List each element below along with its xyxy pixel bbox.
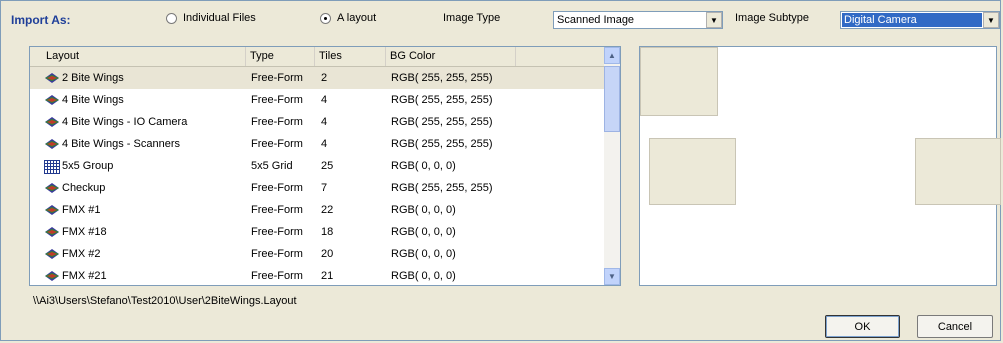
column-header-layout[interactable]: Layout (30, 47, 246, 66)
row-layout-name: 2 Bite Wings (62, 72, 124, 84)
row-tiles: 21 (321, 270, 334, 282)
table-row[interactable]: 4 Bite Wings - IO Camera Free-Form 4 RGB( 2… (30, 111, 606, 133)
row-tiles: 20 (321, 248, 334, 260)
row-bg-color: RGB( 255, 255, 255) (391, 72, 493, 84)
vertical-scrollbar[interactable]: ▲ ▼ (604, 47, 620, 285)
free-form-icon (44, 248, 60, 260)
row-type: Free-Form (251, 226, 303, 238)
column-header-tiles[interactable]: Tiles (315, 47, 386, 66)
row-bg-color: RGB( 0, 0, 0) (391, 226, 456, 238)
free-form-icon (44, 138, 60, 150)
layout-list[interactable]: Layout Type Tiles BG Color 2 Bite Wings F… (29, 46, 621, 286)
chevron-down-icon[interactable]: ▼ (706, 12, 722, 28)
image-subtype-label: Image Subtype (735, 12, 809, 24)
table-row[interactable]: Checkup Free-Form 7 RGB( 255, 255, 255) (30, 177, 606, 199)
preview-tile (915, 138, 1001, 205)
row-layout-name: FMX #2 (62, 248, 101, 260)
row-bg-color: RGB( 255, 255, 255) (391, 94, 493, 106)
grid-icon (44, 160, 60, 174)
image-type-select[interactable]: Scanned Image ▼ (553, 11, 723, 29)
radio-individual-files[interactable]: Individual Files (166, 12, 256, 24)
row-bg-color: RGB( 255, 255, 255) (391, 182, 493, 194)
free-form-icon (44, 116, 60, 128)
column-header-type[interactable]: Type (246, 47, 315, 66)
row-tiles: 2 (321, 72, 328, 84)
table-row[interactable]: FMX #21 Free-Form 21 RGB( 0, 0, 0) (30, 265, 606, 285)
scroll-down-icon[interactable]: ▼ (604, 268, 620, 285)
row-bg-color: RGB( 0, 0, 0) (391, 204, 456, 216)
column-header-bg-color[interactable]: BG Color (386, 47, 516, 66)
row-layout-name: 4 Bite Wings (62, 94, 124, 106)
radio-circle-icon (166, 12, 177, 24)
free-form-icon (44, 182, 60, 194)
free-form-icon (44, 270, 60, 282)
preview-tile (640, 47, 718, 116)
row-tiles: 4 (321, 138, 328, 150)
table-row[interactable]: FMX #2 Free-Form 20 RGB( 0, 0, 0) (30, 243, 606, 265)
scroll-up-icon[interactable]: ▲ (604, 47, 620, 64)
table-row[interactable]: 2 Bite Wings Free-Form 2 RGB( 255, 255, 255… (30, 67, 606, 89)
table-row[interactable]: 5x5 Group 5x5 Grid 25 RGB( 0, 0, 0) (30, 155, 606, 177)
table-row[interactable]: FMX #18 Free-Form 18 RGB( 0, 0, 0) (30, 221, 606, 243)
row-type: Free-Form (251, 94, 303, 106)
image-subtype-select[interactable]: Digital Camera ▼ (840, 11, 1000, 29)
row-bg-color: RGB( 255, 255, 255) (391, 138, 493, 150)
table-row[interactable]: FMX #1 Free-Form 22 RGB( 0, 0, 0) (30, 199, 606, 221)
row-tiles: 25 (321, 160, 334, 172)
free-form-icon (44, 72, 60, 84)
table-row[interactable]: 4 Bite Wings Free-Form 4 RGB( 255, 255, 255… (30, 89, 606, 111)
radio-a-layout[interactable]: A layout (320, 12, 376, 24)
list-header: Layout Type Tiles BG Color (30, 47, 606, 67)
free-form-icon (44, 226, 60, 238)
row-type: Free-Form (251, 204, 303, 216)
image-type-label: Image Type (443, 12, 501, 24)
radio-label: Individual Files (183, 12, 256, 24)
row-bg-color: RGB( 0, 0, 0) (391, 160, 456, 172)
preview-tile (649, 138, 736, 205)
import-as-label: Import As: (11, 13, 71, 27)
row-type: Free-Form (251, 138, 303, 150)
layout-preview (639, 46, 1001, 286)
radio-circle-checked-icon (320, 12, 331, 24)
row-bg-color: RGB( 0, 0, 0) (391, 248, 456, 260)
free-form-icon (44, 204, 60, 216)
row-layout-name: Checkup (62, 182, 106, 194)
row-tiles: 18 (321, 226, 334, 238)
row-tiles: 4 (321, 94, 328, 106)
row-type: Free-Form (251, 248, 303, 260)
layout-file-path: \\Ai3\Users\Stefano\Test2010\User\2BiteW… (33, 295, 297, 307)
row-tiles: 4 (321, 116, 328, 128)
row-bg-color: RGB( 255, 255, 255) (391, 116, 493, 128)
row-bg-color: RGB( 0, 0, 0) (391, 270, 456, 282)
row-type: 5x5 Grid (251, 160, 293, 172)
row-type: Free-Form (251, 72, 303, 84)
row-type: Free-Form (251, 116, 303, 128)
free-form-icon (44, 94, 60, 106)
row-tiles: 22 (321, 204, 334, 216)
row-layout-name: FMX #21 (62, 270, 107, 282)
radio-label: A layout (337, 12, 377, 24)
row-layout-name: 4 Bite Wings - Scanners (62, 138, 180, 150)
row-layout-name: FMX #18 (62, 226, 107, 238)
row-layout-name: FMX #1 (62, 204, 101, 216)
ok-button[interactable]: OK (825, 315, 900, 338)
row-tiles: 7 (321, 182, 328, 194)
cancel-button[interactable]: Cancel (917, 315, 993, 338)
row-layout-name: 5x5 Group (62, 160, 114, 172)
row-layout-name: 4 Bite Wings - IO Camera (62, 116, 188, 128)
row-type: Free-Form (251, 270, 303, 282)
image-subtype-value: Digital Camera (842, 13, 982, 27)
row-type: Free-Form (251, 182, 303, 194)
image-type-value: Scanned Image (557, 14, 635, 26)
table-row[interactable]: 4 Bite Wings - Scanners Free-Form 4 RGB( 25… (30, 133, 606, 155)
chevron-down-icon[interactable]: ▼ (983, 12, 999, 28)
scroll-thumb[interactable] (604, 66, 620, 132)
